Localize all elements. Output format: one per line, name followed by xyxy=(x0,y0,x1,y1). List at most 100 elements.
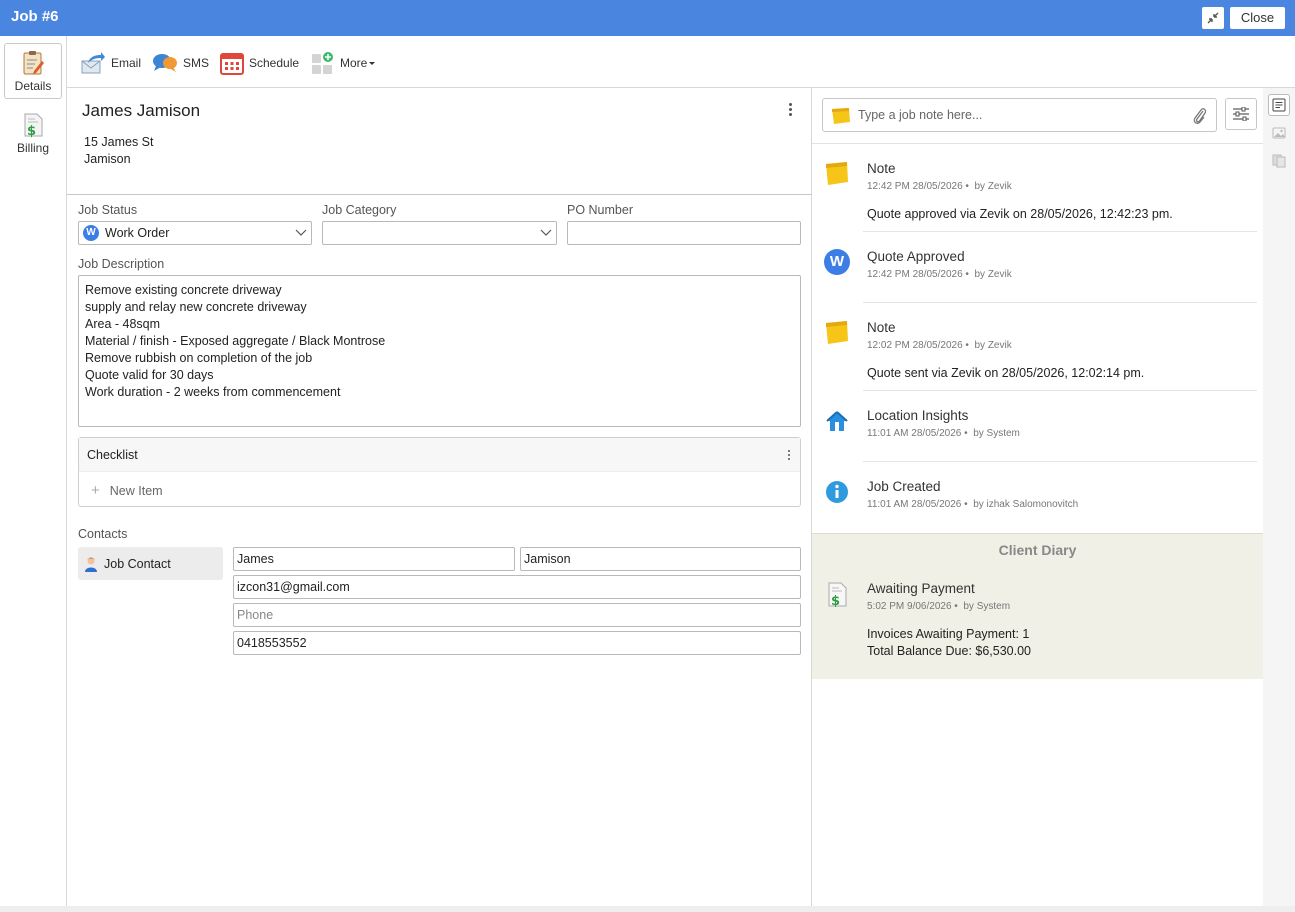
schedule-button[interactable]: Schedule xyxy=(220,50,299,76)
job-note-input[interactable]: Type a job note here... xyxy=(822,98,1217,132)
invoices-awaiting-text: Invoices Awaiting Payment: 1 xyxy=(867,627,1030,641)
po-number-label: PO Number xyxy=(567,203,633,217)
diary-item-author: by System xyxy=(963,601,1011,612)
first-name-field[interactable]: James xyxy=(233,547,515,571)
address-line-2: Jamison xyxy=(84,152,131,166)
client-options-menu-icon[interactable] xyxy=(785,102,795,118)
feed-item-meta: 12:42 PM 28/05/2026 • by Zevik xyxy=(867,269,1012,280)
chevron-down-icon xyxy=(291,222,311,244)
close-button[interactable]: Close xyxy=(1230,7,1285,29)
sliders-icon xyxy=(1233,107,1249,121)
checklist-options-icon[interactable] xyxy=(788,450,790,462)
email-label: Email xyxy=(111,56,142,70)
window-title: Job #6 xyxy=(11,8,59,25)
job-category-select[interactable] xyxy=(322,221,557,245)
info-icon xyxy=(826,481,848,503)
po-number-input[interactable] xyxy=(567,221,801,245)
copy-documents-icon xyxy=(1272,154,1286,168)
feed-item-meta: 11:01 AM 28/05/2026 • by izhak Salomonov… xyxy=(867,499,1079,510)
feed-item-time: 12:02 PM 28/05/2026 xyxy=(867,340,963,351)
diary-item-meta: 5:02 PM 9/06/2026 • by System xyxy=(867,601,1011,612)
photos-tab-button[interactable] xyxy=(1268,122,1290,144)
sidebar-item-billing[interactable]: $ Billing xyxy=(4,106,62,162)
section-divider xyxy=(67,194,812,195)
feed-divider xyxy=(863,302,1257,303)
email-field[interactable]: izcon31@gmail.com xyxy=(233,575,801,599)
checklist-title: Checklist xyxy=(87,448,138,462)
new-item-label: New Item xyxy=(109,484,163,498)
description-line: Area - 48sqm xyxy=(85,317,161,331)
plus-icon: + xyxy=(91,482,100,499)
house-icon xyxy=(826,411,848,431)
sms-label: SMS xyxy=(183,56,210,70)
collapse-arrows-icon xyxy=(1207,12,1219,24)
description-line: Remove existing concrete driveway xyxy=(85,283,282,297)
job-status-value: Work Order xyxy=(105,226,170,240)
work-order-badge-icon: W xyxy=(824,249,850,275)
client-diary-title: Client Diary xyxy=(998,542,1077,558)
client-diary-section: Client Diary $ Awaiting Payment 5:02 PM … xyxy=(812,533,1263,679)
diary-item-title: Awaiting Payment xyxy=(867,581,975,596)
email-send-icon xyxy=(81,52,105,74)
feed-item-title: Note xyxy=(867,320,896,335)
mobile-field[interactable]: 0418553552 xyxy=(233,631,801,655)
notes-panel: Type a job note here... Note 12:42 PM 28… xyxy=(812,88,1263,906)
person-icon xyxy=(85,557,97,572)
checklist-header: Checklist xyxy=(79,438,800,472)
last-name-field[interactable]: Jamison xyxy=(520,547,801,571)
feed-item-title: Quote Approved xyxy=(867,249,965,264)
documents-tab-button[interactable] xyxy=(1268,150,1290,172)
feed-divider xyxy=(863,461,1257,462)
feed-item-author: by izhak Salomonovitch xyxy=(973,499,1079,510)
sidebar-item-details[interactable]: Details xyxy=(4,43,62,99)
job-description-label: Job Description xyxy=(78,257,165,271)
feed-item-body: Quote approved via Zevik on 28/05/2026, … xyxy=(867,207,1173,221)
work-order-badge-icon: W xyxy=(83,225,99,241)
more-menu-button[interactable]: More xyxy=(311,50,381,76)
sticky-note-icon xyxy=(826,321,848,344)
more-label: More xyxy=(340,56,368,70)
description-line: Quote valid for 30 days xyxy=(85,368,214,382)
description-line: Material / finish - Exposed aggregate / … xyxy=(85,334,386,348)
job-details-panel: James Jamison 15 James St Jamison Job St… xyxy=(67,88,812,906)
description-line: supply and relay new concrete driveway xyxy=(85,300,307,314)
job-description-textarea[interactable]: Remove existing concrete driveway supply… xyxy=(78,275,801,427)
schedule-label: Schedule xyxy=(249,56,300,70)
checklist-panel: Checklist + New Item xyxy=(78,437,801,507)
balance-due-text: Total Balance Due: $6,530.00 xyxy=(867,644,1032,658)
feed-item-author: by System xyxy=(973,428,1020,439)
bottom-edge xyxy=(0,906,1295,912)
image-icon xyxy=(1272,127,1286,139)
sidebar-item-label: Billing xyxy=(16,141,49,155)
feed-item-title: Job Created xyxy=(867,479,941,494)
caret-down-icon xyxy=(369,62,376,65)
feed-item-time: 11:01 AM 28/05/2026 xyxy=(867,428,962,439)
filter-settings-button[interactable] xyxy=(1225,98,1257,130)
right-panel-tabs xyxy=(1263,88,1295,906)
clipboard-edit-icon xyxy=(23,51,44,75)
description-line: Remove rubbish on completion of the job xyxy=(85,351,313,365)
notes-tab-button[interactable] xyxy=(1268,94,1290,116)
invoice-dollar-icon: $ xyxy=(24,113,43,138)
phone-field[interactable]: Phone xyxy=(233,603,801,627)
feed-item-time: 12:42 PM 28/05/2026 xyxy=(867,181,963,192)
feed-divider xyxy=(863,390,1257,391)
feed-item-meta: 11:01 AM 28/05/2026 • by System xyxy=(867,428,1020,439)
checklist-new-item[interactable]: + New Item xyxy=(91,482,163,499)
minimize-button[interactable] xyxy=(1202,7,1224,29)
diary-item-time: 5:02 PM 9/06/2026 xyxy=(867,601,952,612)
job-status-label: Job Status xyxy=(78,203,138,217)
email-button[interactable]: Email xyxy=(80,50,141,76)
feed-item-title: Note xyxy=(867,161,896,176)
paperclip-icon[interactable] xyxy=(1192,106,1208,126)
chevron-down-icon xyxy=(536,222,556,244)
sms-button[interactable]: SMS xyxy=(152,50,209,76)
job-contact-label: Job Contact xyxy=(104,556,171,571)
job-note-placeholder: Type a job note here... xyxy=(858,108,983,122)
sticky-note-icon xyxy=(832,108,850,124)
sticky-note-icon xyxy=(826,162,848,185)
job-status-select[interactable]: W Work Order xyxy=(78,221,312,245)
feed-item-author: by Zevik xyxy=(974,340,1012,351)
job-contact-tab[interactable]: Job Contact xyxy=(78,547,223,580)
feed-item-title: Location Insights xyxy=(867,408,969,423)
